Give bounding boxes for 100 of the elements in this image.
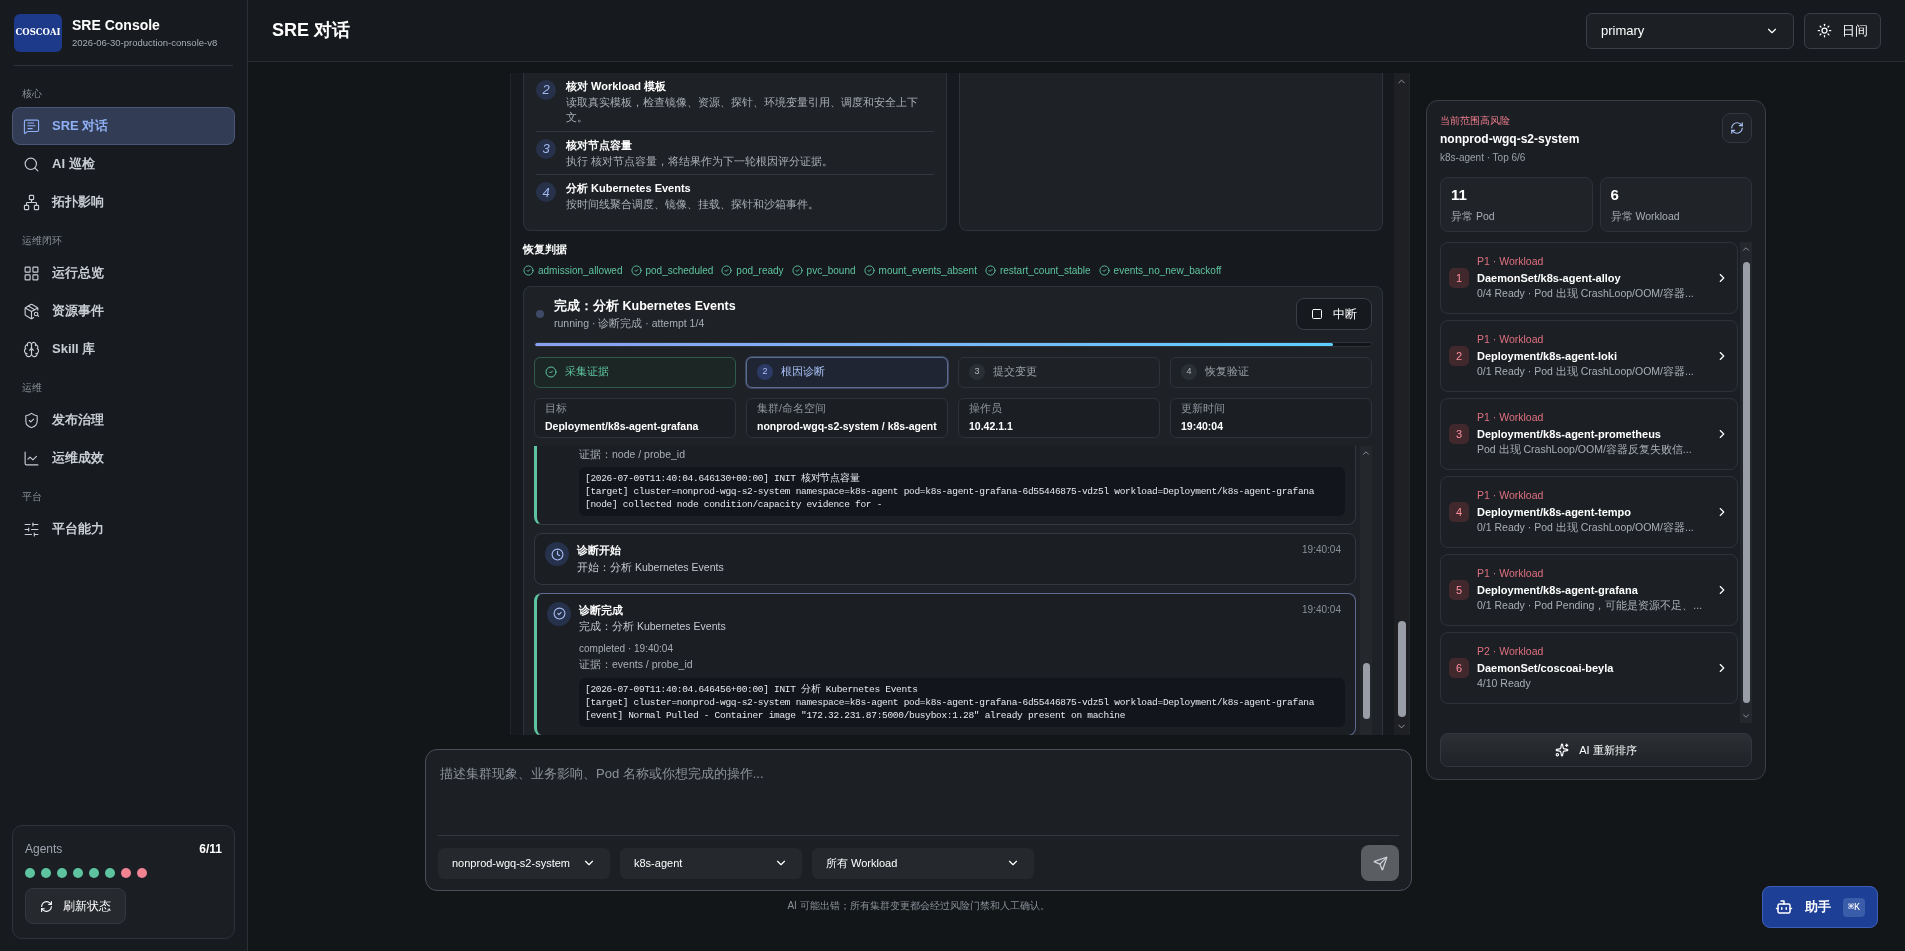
risk-tag: P1 · Workload	[1477, 566, 1707, 582]
entry-title: 诊断开始	[577, 543, 621, 559]
nav-item[interactable]: 平台能力	[12, 510, 235, 548]
timeline-entry[interactable]	[534, 592, 1356, 735]
scrollbar-thumb[interactable]	[1362, 663, 1370, 719]
step-description: 按时间线聚合调度、镜像、挂载、探针和沙箱事件。	[566, 196, 819, 212]
risk-item[interactable]: 5 P1 · Workload Deployment/k8s-agent-grafana 0/1 Ready · Pod Pending，可能是资源不足、...	[1440, 554, 1738, 626]
entry-time: 19:40:04	[1302, 602, 1341, 617]
refresh-icon	[1730, 121, 1744, 135]
nav-item[interactable]: 运维成效	[12, 439, 235, 477]
workload-name: DaemonSet/k8s-agent-alloy	[1477, 270, 1622, 286]
scrollbar[interactable]	[1360, 445, 1372, 735]
nav-section-label: 运维	[21, 381, 43, 395]
stop-button[interactable]: 中断	[1296, 298, 1372, 331]
criterion-label: pod_scheduled	[645, 264, 714, 278]
app-title: SRE Console	[72, 15, 161, 35]
step-number: 3	[536, 139, 556, 159]
dropdown[interactable]: k8s-agent	[620, 847, 802, 879]
nav-item[interactable]: 拓扑影响	[12, 183, 235, 221]
log-line: [event] Normal Pulled - Container image "172.32.231.87:5000/busybox:1.28" already present on machine	[585, 708, 1127, 722]
message-input[interactable]: 描述集群现象、业务影响、Pod 名称或你想完成的操作...	[426, 750, 1411, 835]
nav-item[interactable]: 资源事件	[12, 292, 235, 330]
log-line: [2026-07-09T11:40:04.646130+00:00] INIT 核对节点容量	[585, 472, 861, 486]
nav-item[interactable]: Skill 库	[12, 330, 235, 368]
workload-name: Deployment/k8s-agent-loki	[1477, 348, 1618, 364]
nav-item[interactable]: SRE 对话	[12, 107, 235, 145]
brand-logo: COSCOAI	[14, 13, 62, 52]
dropdown[interactable]: nonprod-wgq-s2-system	[438, 847, 610, 879]
check-circle-icon	[545, 366, 557, 378]
refresh-button[interactable]	[1722, 113, 1752, 143]
run-title: 完成：分析 Kubernetes Events	[554, 297, 736, 315]
dropdown[interactable]: 所有 Workload	[812, 847, 1034, 879]
nav-item[interactable]: 发布治理	[12, 401, 235, 439]
send-button[interactable]	[1361, 845, 1399, 881]
nav-icon	[23, 117, 40, 135]
assistant-button[interactable]: 助手 ⌘K	[1761, 886, 1878, 928]
check-circle-icon	[523, 265, 534, 276]
nav-icon	[23, 155, 40, 173]
rank-badge: 5	[1449, 580, 1469, 600]
rerank-button[interactable]: AI 重新排序	[1440, 733, 1752, 767]
stat-label: 异常 Pod	[1451, 208, 1496, 224]
refresh-status-button[interactable]: 刷新状态	[25, 888, 126, 924]
risk-item[interactable]: 4 P1 · Workload Deployment/k8s-agent-tempo 0/1 Ready · Pod 出现 CrashLoop/OOM/容器...	[1440, 476, 1738, 548]
theme-button[interactable]: 日间	[1804, 12, 1881, 49]
workload-summary: 4/10 Ready	[1477, 676, 1532, 692]
criterion-label: admission_allowed	[538, 264, 623, 278]
stage-step[interactable]: 采集证据	[534, 356, 736, 388]
fact-label: 目标	[545, 400, 568, 416]
stage-label: 根因诊断	[781, 364, 825, 380]
nav-item[interactable]: AI 巡检	[12, 145, 235, 183]
scrollbar[interactable]	[1740, 242, 1752, 723]
risk-item[interactable]: 6 P2 · Workload DaemonSet/coscoai-beyla 4/10 Ready	[1440, 632, 1738, 704]
rank-badge: 1	[1449, 268, 1469, 288]
workload-summary: 0/1 Ready · Pod Pending，可能是资源不足、...	[1477, 598, 1704, 614]
bot-icon	[1774, 898, 1793, 916]
page-title: SRE 对话	[272, 19, 350, 42]
timeline-entry[interactable]	[534, 445, 1356, 526]
stage-step[interactable]: 3 提交变更	[958, 356, 1160, 388]
step-title: 分析 Kubernetes Events	[566, 181, 692, 197]
check-circle-icon	[1098, 265, 1110, 276]
nav-item[interactable]: 运行总览	[12, 254, 235, 292]
risk-meta: k8s-agent · Top 6/6	[1440, 151, 1527, 165]
shortcut-key: ⌘K	[1842, 897, 1865, 917]
fact-label: 集群/命名空间	[757, 400, 827, 416]
scrollbar[interactable]	[1394, 73, 1409, 735]
risk-item[interactable]: 2 P1 · Workload Deployment/k8s-agent-loki 0/1 Ready · Pod 出现 CrashLoop/OOM/容器...	[1440, 320, 1738, 392]
criterion-label: events_no_new_backoff	[1113, 264, 1222, 278]
log-line: [target] cluster=nonprod-wgq-s2-system namespace=k8s-agent pod=k8s-agent-grafana-6d55446875-vdz5l workload=Deployment/k8s-agent-grafana	[585, 485, 1316, 499]
app-version: 2026-06-30-production-console-v8	[72, 35, 218, 50]
check-circle-icon	[791, 265, 803, 276]
workload-name: Deployment/k8s-agent-tempo	[1477, 504, 1633, 520]
scrollbar-thumb[interactable]	[1742, 262, 1750, 703]
log-line: [2026-07-09T11:40:04.646456+00:00] INIT 分析 Kubernetes Events	[585, 682, 919, 696]
risk-tag: P1 · Workload	[1477, 254, 1707, 270]
scroll-up-icon	[1741, 244, 1751, 254]
risk-item[interactable]: 3 P1 · Workload Deployment/k8s-agent-prometheus Pod 出现 CrashLoop/OOM/容器反复失败信...	[1440, 398, 1738, 470]
scrollbar-thumb[interactable]	[1397, 621, 1406, 717]
entry-icon	[547, 601, 571, 626]
timeline-entry[interactable]: 诊断开始 19:40:04 开始：分析 Kubernetes Events	[534, 533, 1356, 585]
nav-section-label: 运维闭环	[21, 234, 63, 248]
rank-badge: 2	[1449, 346, 1469, 366]
stage-step[interactable]: 2 根因诊断	[746, 356, 948, 388]
stage-step[interactable]: 4 恢复验证	[1170, 356, 1372, 388]
agents-label: Agents	[25, 841, 63, 858]
stage-number: 2	[757, 364, 773, 380]
section-title: 恢复判据	[523, 241, 568, 257]
stage-label: 恢复验证	[1205, 364, 1249, 380]
nav-section-label: 平台	[21, 490, 43, 504]
risk-item[interactable]: 1 P1 · Workload DaemonSet/k8s-agent-alloy 0/4 Ready · Pod 出现 CrashLoop/OOM/容器...	[1440, 242, 1738, 314]
stat-value: 6	[1610, 185, 1620, 206]
fact-label: 操作员	[969, 400, 1003, 416]
profile-select[interactable]: primary	[1586, 12, 1794, 49]
entry-subtitle: 完成：分析 Kubernetes Events	[579, 619, 727, 634]
check-circle-icon	[721, 265, 733, 276]
step-number: 4	[536, 182, 556, 203]
chat-composer[interactable]: 描述集群现象、业务影响、Pod 名称或你想完成的操作... nonprod-wgq-s2-system k8s-agent 所有 Workload	[425, 749, 1412, 891]
check-circle-icon	[984, 265, 996, 276]
workload-summary: 0/1 Ready · Pod 出现 CrashLoop/OOM/容器...	[1477, 520, 1695, 536]
nav-icon	[23, 411, 40, 429]
run-subtitle: running · 诊断完成 · attempt 1/4	[554, 315, 706, 331]
